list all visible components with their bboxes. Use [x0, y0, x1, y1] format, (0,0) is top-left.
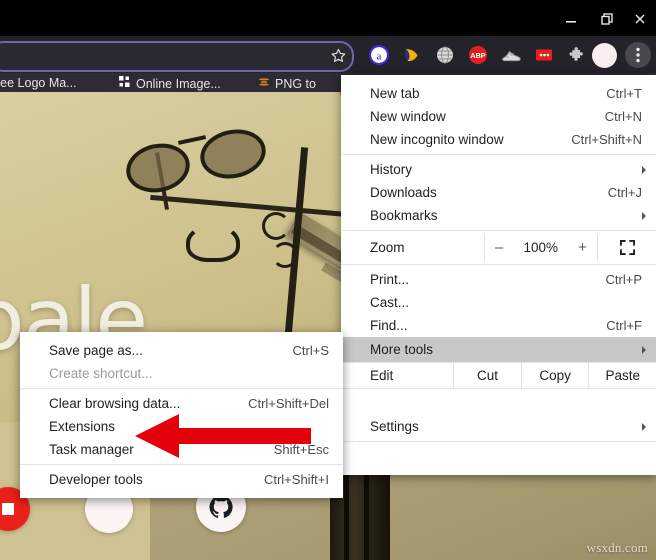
menu-item-print[interactable]: Print... Ctrl+P	[341, 268, 656, 291]
chevron-right-icon	[642, 345, 646, 354]
zoom-in-button[interactable]: +	[578, 239, 587, 256]
paste-button[interactable]: Paste	[588, 363, 656, 388]
more-tools-submenu: Save page as... Ctrl+S Create shortcut..…	[20, 332, 343, 498]
menu-item-new-window[interactable]: New window Ctrl+N	[341, 105, 656, 128]
menu-label: Save page as...	[49, 343, 143, 358]
bookmark-item-free-logo-maker[interactable]: ree Logo Ma...	[0, 76, 77, 90]
menu-separator	[341, 230, 656, 231]
menu-item-history[interactable]: History	[341, 158, 656, 181]
menu-item-help[interactable]: Settings	[341, 415, 656, 438]
menu-item-edit-row: Edit Cut Copy Paste	[341, 363, 656, 388]
menu-label: Create shortcut...	[49, 366, 153, 381]
zoom-controls: – 100% +	[484, 234, 597, 261]
menu-accelerator: Ctrl+Shift+I	[263, 472, 329, 487]
menu-separator	[20, 464, 343, 465]
cut-button[interactable]: Cut	[453, 363, 521, 388]
bookmark-star-icon[interactable]	[327, 44, 349, 66]
menu-item-more-tools[interactable]: More tools	[341, 337, 656, 362]
photo-ironwork	[262, 212, 290, 240]
menu-label: Find...	[370, 318, 408, 333]
menu-accelerator: Ctrl+F	[606, 318, 642, 333]
chevron-right-icon	[642, 422, 646, 431]
menu-item-save-page-as[interactable]: Save page as... Ctrl+S	[20, 339, 343, 362]
menu-separator	[341, 154, 656, 155]
menu-item-extensions[interactable]: Extensions	[20, 415, 343, 438]
menu-separator	[20, 388, 343, 389]
menu-label: Extensions	[49, 419, 116, 434]
bookmark-item-png-to[interactable]: PNG to	[258, 76, 316, 91]
menu-accelerator: Ctrl+T	[606, 86, 642, 101]
menu-label: Downloads	[370, 185, 437, 200]
sneaker-icon[interactable]	[500, 44, 522, 66]
grid-icon	[119, 76, 131, 91]
menu-item-clear-browsing-data[interactable]: Clear browsing data... Ctrl+Shift+Del	[20, 392, 343, 415]
zoom-level: 100%	[523, 240, 559, 255]
maximize-button[interactable]	[598, 10, 616, 28]
bookmark-item-online-image[interactable]: Online Image...	[119, 76, 221, 91]
chevron-right-icon	[642, 165, 646, 174]
menu-item-task-manager[interactable]: Task manager Shift+Esc	[20, 438, 343, 461]
menu-label: Clear browsing data...	[49, 396, 181, 411]
svg-text:a: a	[377, 51, 382, 63]
svg-text:ABP: ABP	[470, 51, 485, 60]
menu-label: Settings	[370, 419, 419, 434]
menu-label: New incognito window	[370, 132, 504, 147]
menu-item-zoom-row: Zoom – 100% +	[341, 234, 656, 261]
menu-item-downloads[interactable]: Downloads Ctrl+J	[341, 181, 656, 204]
menu-accelerator: Ctrl+N	[604, 109, 642, 124]
globe-translate-icon[interactable]	[434, 44, 456, 66]
menu-accelerator: Ctrl+J	[607, 185, 642, 200]
extensions-puzzle-icon[interactable]	[566, 44, 588, 66]
pocket-red-icon[interactable]	[533, 44, 555, 66]
menu-label: Print...	[370, 272, 410, 287]
window-title-bar	[0, 0, 656, 36]
menu-item-developer-tools[interactable]: Developer tools Ctrl+Shift+I	[20, 468, 343, 491]
menu-item-new-tab[interactable]: New tab Ctrl+T	[341, 82, 656, 105]
fullscreen-icon[interactable]	[597, 234, 656, 261]
page-watermark: wsxdn.com	[586, 540, 648, 555]
menu-label: Developer tools	[49, 472, 143, 487]
chrome-main-menu: New tab Ctrl+T New window Ctrl+N New inc…	[341, 75, 656, 475]
menu-label: More tools	[370, 342, 434, 357]
menu-item-cast[interactable]: Cast...	[341, 291, 656, 314]
chevron-right-icon	[642, 211, 646, 220]
menu-item-bookmarks[interactable]: Bookmarks	[341, 204, 656, 227]
bookmark-label: PNG to	[275, 76, 316, 91]
menu-label: Task manager	[49, 442, 134, 457]
menu-label: Bookmarks	[370, 208, 438, 223]
menu-item-exit[interactable]	[341, 445, 656, 468]
menu-label: History	[370, 162, 413, 177]
menu-accelerator: Ctrl+P	[605, 272, 642, 287]
menu-accelerator: Ctrl+Shift+N	[571, 132, 642, 147]
menu-label: Cast...	[370, 295, 410, 310]
zoom-label: Zoom	[370, 240, 405, 255]
menu-accelerator: Ctrl+S	[292, 343, 329, 358]
amazon-assistant-icon[interactable]: a	[368, 44, 390, 66]
menu-label: New window	[370, 109, 446, 124]
close-button[interactable]	[631, 10, 649, 28]
bookmark-label: Online Image...	[136, 76, 221, 91]
zoom-out-button[interactable]: –	[495, 239, 503, 256]
menu-item-settings[interactable]	[341, 392, 656, 415]
adblock-plus-icon[interactable]: ABP	[467, 44, 489, 66]
menu-item-new-incognito-window[interactable]: New incognito window Ctrl+Shift+N	[341, 128, 656, 151]
minimize-button[interactable]	[562, 10, 580, 28]
chrome-menu-button[interactable]	[625, 42, 651, 68]
menu-item-find[interactable]: Find... Ctrl+F	[341, 314, 656, 337]
menu-item-create-shortcut: Create shortcut...	[20, 362, 343, 385]
profile-avatar[interactable]	[592, 43, 617, 68]
bookmark-label: ree Logo Ma...	[0, 76, 77, 90]
menu-separator	[341, 264, 656, 265]
menu-accelerator: Ctrl+Shift+Del	[248, 396, 329, 411]
menu-label: New tab	[370, 86, 420, 101]
menu-accelerator: Shift+Esc	[273, 442, 329, 457]
address-bar[interactable]	[0, 41, 354, 72]
png-icon	[258, 76, 270, 91]
photo-ironwork	[186, 224, 240, 262]
edit-label: Edit	[370, 368, 394, 383]
copy-button[interactable]: Copy	[520, 363, 589, 388]
menu-separator	[341, 441, 656, 442]
yandex-icon[interactable]	[401, 44, 423, 66]
